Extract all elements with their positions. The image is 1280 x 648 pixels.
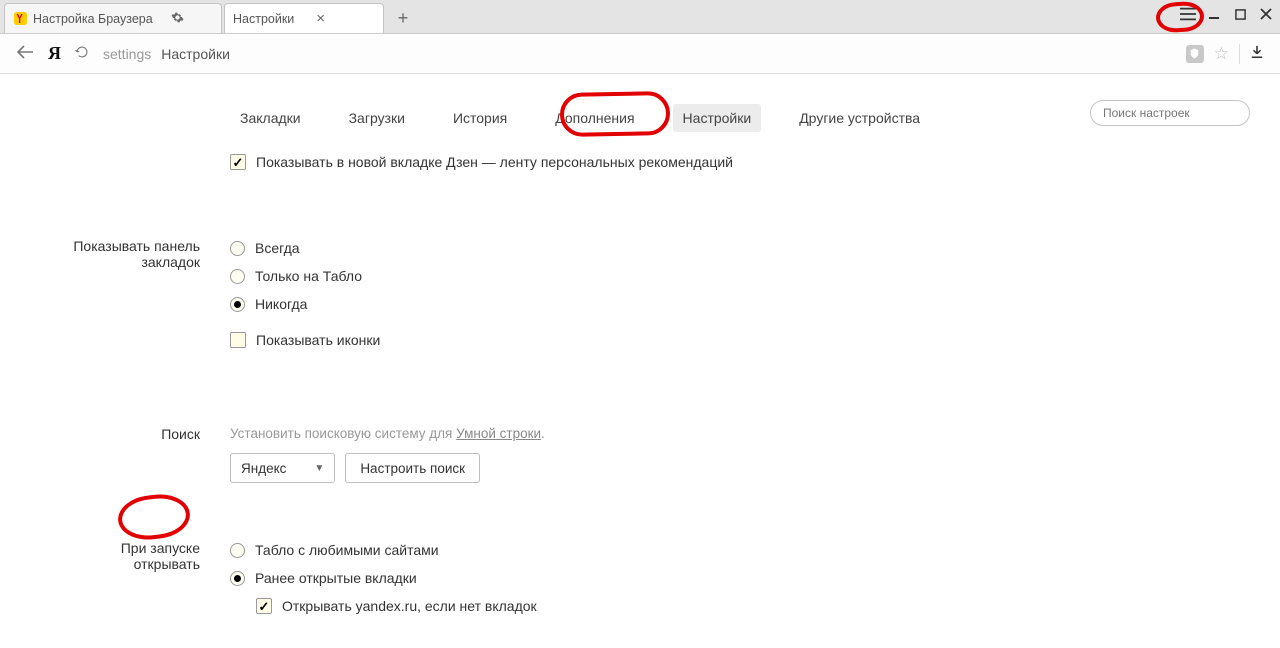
reload-button[interactable]: [75, 45, 89, 63]
settings-page: Закладки Загрузки История Дополнения Нас…: [0, 74, 1280, 648]
browser-tab-0[interactable]: Настройка Браузера: [4, 3, 222, 33]
nav-bookmarks[interactable]: Закладки: [230, 104, 311, 132]
nav-addons[interactable]: Дополнения: [545, 104, 644, 132]
zen-checkbox[interactable]: Показывать в новой вкладке Дзен — ленту …: [230, 154, 1240, 170]
open-yandex-checkbox[interactable]: Открывать yandex.ru, если нет вкладок: [256, 598, 1240, 614]
new-tab-button[interactable]: +: [392, 7, 414, 29]
close-icon[interactable]: ×: [316, 11, 325, 26]
nav-downloads[interactable]: Загрузки: [339, 104, 415, 132]
hamburger-menu-icon[interactable]: [1180, 6, 1196, 22]
zen-label: Показывать в новой вкладке Дзен — ленту …: [256, 154, 733, 170]
tab-title: Настройка Браузера: [33, 12, 153, 26]
yandex-logo-icon[interactable]: Я: [48, 43, 61, 64]
nav-history[interactable]: История: [443, 104, 517, 132]
window-close-button[interactable]: [1258, 6, 1274, 22]
search-input[interactable]: [1090, 100, 1250, 126]
address-scheme: settings: [103, 46, 151, 62]
maximize-button[interactable]: [1232, 6, 1248, 22]
section-bookmarks-panel: Показывать панель закладок: [0, 238, 200, 270]
download-icon[interactable]: [1250, 45, 1264, 62]
checkbox-icon: [256, 598, 272, 614]
tab-strip: Настройка Браузера Настройки × +: [0, 0, 1280, 34]
nav-settings[interactable]: Настройки: [673, 104, 762, 132]
address-bar: Я settings Настройки ☆: [0, 34, 1280, 74]
settings-top-nav: Закладки Загрузки История Дополнения Нас…: [0, 104, 1280, 132]
checkbox-icon: [230, 154, 246, 170]
radio-icon: [230, 543, 245, 558]
nav-other-devices[interactable]: Другие устройства: [789, 104, 930, 132]
shield-icon[interactable]: [1186, 45, 1204, 63]
section-search: Поиск: [0, 426, 200, 442]
radio-icon: [230, 297, 245, 312]
checkbox-icon: [230, 332, 246, 348]
address-page: Настройки: [161, 46, 230, 62]
omnibox[interactable]: settings Настройки: [103, 46, 1172, 62]
tab-title: Настройки: [233, 12, 294, 26]
radio-tablo-only[interactable]: Только на Табло: [230, 268, 1240, 284]
search-engine-select[interactable]: Яндекс ▼: [230, 453, 335, 483]
radio-icon: [230, 241, 245, 256]
back-button[interactable]: [16, 45, 34, 63]
radio-startup-tablo[interactable]: Табло с любимыми сайтами: [230, 542, 1240, 558]
settings-search: [1090, 100, 1250, 126]
show-icons-checkbox[interactable]: Показывать иконки: [230, 332, 1240, 348]
radio-icon: [230, 571, 245, 586]
browser-tab-1[interactable]: Настройки ×: [224, 3, 384, 33]
radio-icon: [230, 269, 245, 284]
radio-startup-restore[interactable]: Ранее открытые вкладки: [230, 570, 1240, 586]
radio-always[interactable]: Всегда: [230, 240, 1240, 256]
yandex-favicon: [13, 12, 27, 26]
search-hint: Установить поисковую систему для Умной с…: [230, 426, 1240, 441]
smart-line-link[interactable]: Умной строки: [456, 426, 541, 441]
section-startup: При запуске открывать: [0, 540, 200, 572]
minimize-button[interactable]: [1206, 6, 1222, 22]
configure-search-button[interactable]: Настроить поиск: [345, 453, 480, 483]
divider: [1239, 44, 1240, 64]
gear-icon: [171, 11, 184, 27]
star-icon[interactable]: ☆: [1214, 44, 1229, 64]
chevron-down-icon: ▼: [314, 463, 324, 474]
radio-never[interactable]: Никогда: [230, 296, 1240, 312]
window-controls: [1180, 6, 1274, 22]
